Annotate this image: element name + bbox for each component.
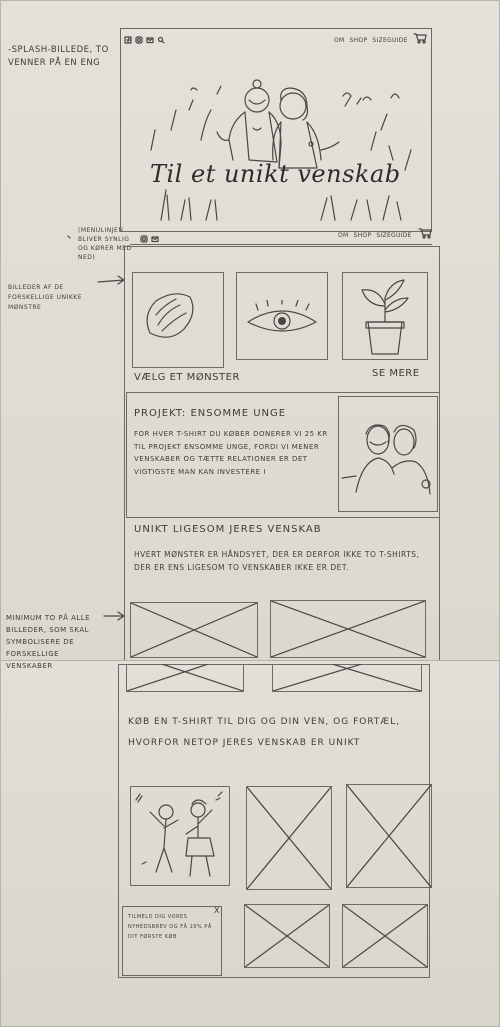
project-title: PROJEKT: ENSOMME UNGE bbox=[134, 408, 287, 419]
dancing-friends-sketch bbox=[135, 791, 223, 877]
instagram-icon[interactable] bbox=[135, 36, 143, 44]
newsletter-text: TILMELD DIG VORES NYHEDSBREV OG FÅ 10% P… bbox=[128, 914, 212, 940]
eye-icon bbox=[247, 300, 317, 332]
buy-text: KØB EN T-SHIRT TIL DIG OG DIN VEN, OG FO… bbox=[128, 717, 401, 748]
gallery-placeholder-1 bbox=[246, 786, 332, 890]
newsletter-close-icon[interactable]: x bbox=[214, 906, 220, 915]
gallery-placeholder-2 bbox=[346, 784, 432, 888]
sticky-menu-icons bbox=[140, 235, 159, 243]
shell-icon bbox=[146, 293, 194, 338]
mail-icon[interactable] bbox=[151, 235, 159, 243]
search-icon[interactable] bbox=[157, 36, 165, 44]
facebook-icon[interactable] bbox=[124, 36, 132, 44]
nav-links: OM SHOP SIZEGUIDE bbox=[334, 37, 408, 44]
image-placeholder-1 bbox=[130, 602, 258, 658]
image-placeholder-2-cont bbox=[272, 664, 422, 692]
plant-icon bbox=[361, 279, 409, 355]
small-placeholder-1 bbox=[244, 904, 330, 968]
social-icons bbox=[124, 36, 165, 44]
sticky-nav-sizeguide[interactable]: SIZEGUIDE bbox=[376, 232, 411, 239]
nav-link-shop[interactable]: SHOP bbox=[350, 37, 368, 44]
nav-link-sizeguide[interactable]: SIZEGUIDE bbox=[372, 37, 407, 44]
image-placeholder-1-cont bbox=[126, 664, 244, 692]
instagram-icon[interactable] bbox=[140, 235, 148, 243]
cart-icon[interactable] bbox=[413, 33, 427, 44]
sticky-nav-om[interactable]: OM bbox=[338, 232, 349, 239]
see-more-link[interactable]: SE MERE bbox=[372, 368, 420, 379]
image-placeholder-2 bbox=[270, 600, 426, 658]
sticky-menu bbox=[130, 244, 432, 245]
small-placeholder-2 bbox=[342, 904, 428, 968]
choose-pattern-label: VÆLG ET MØNSTER bbox=[134, 372, 240, 383]
mail-icon[interactable] bbox=[146, 36, 154, 44]
project-text: FOR HVER T-SHIRT DU KØBER DONERER VI 25 … bbox=[134, 430, 328, 476]
cart-icon[interactable] bbox=[418, 228, 432, 239]
unique-title: UNIKT LIGESOM JERES VENSKAB bbox=[134, 524, 322, 535]
hero-illustration bbox=[150, 79, 412, 221]
sticky-nav-shop[interactable]: SHOP bbox=[354, 232, 372, 239]
sticky-nav-links: OM SHOP SIZEGUIDE bbox=[338, 232, 412, 239]
friends-sketch bbox=[341, 424, 431, 495]
hero-title: Til et unikt venskab bbox=[150, 160, 401, 188]
unique-text: HVERT MØNSTER ER HÅNDSYET, DER ER DERFOR… bbox=[134, 550, 420, 572]
nav-link-om[interactable]: OM bbox=[334, 37, 345, 44]
